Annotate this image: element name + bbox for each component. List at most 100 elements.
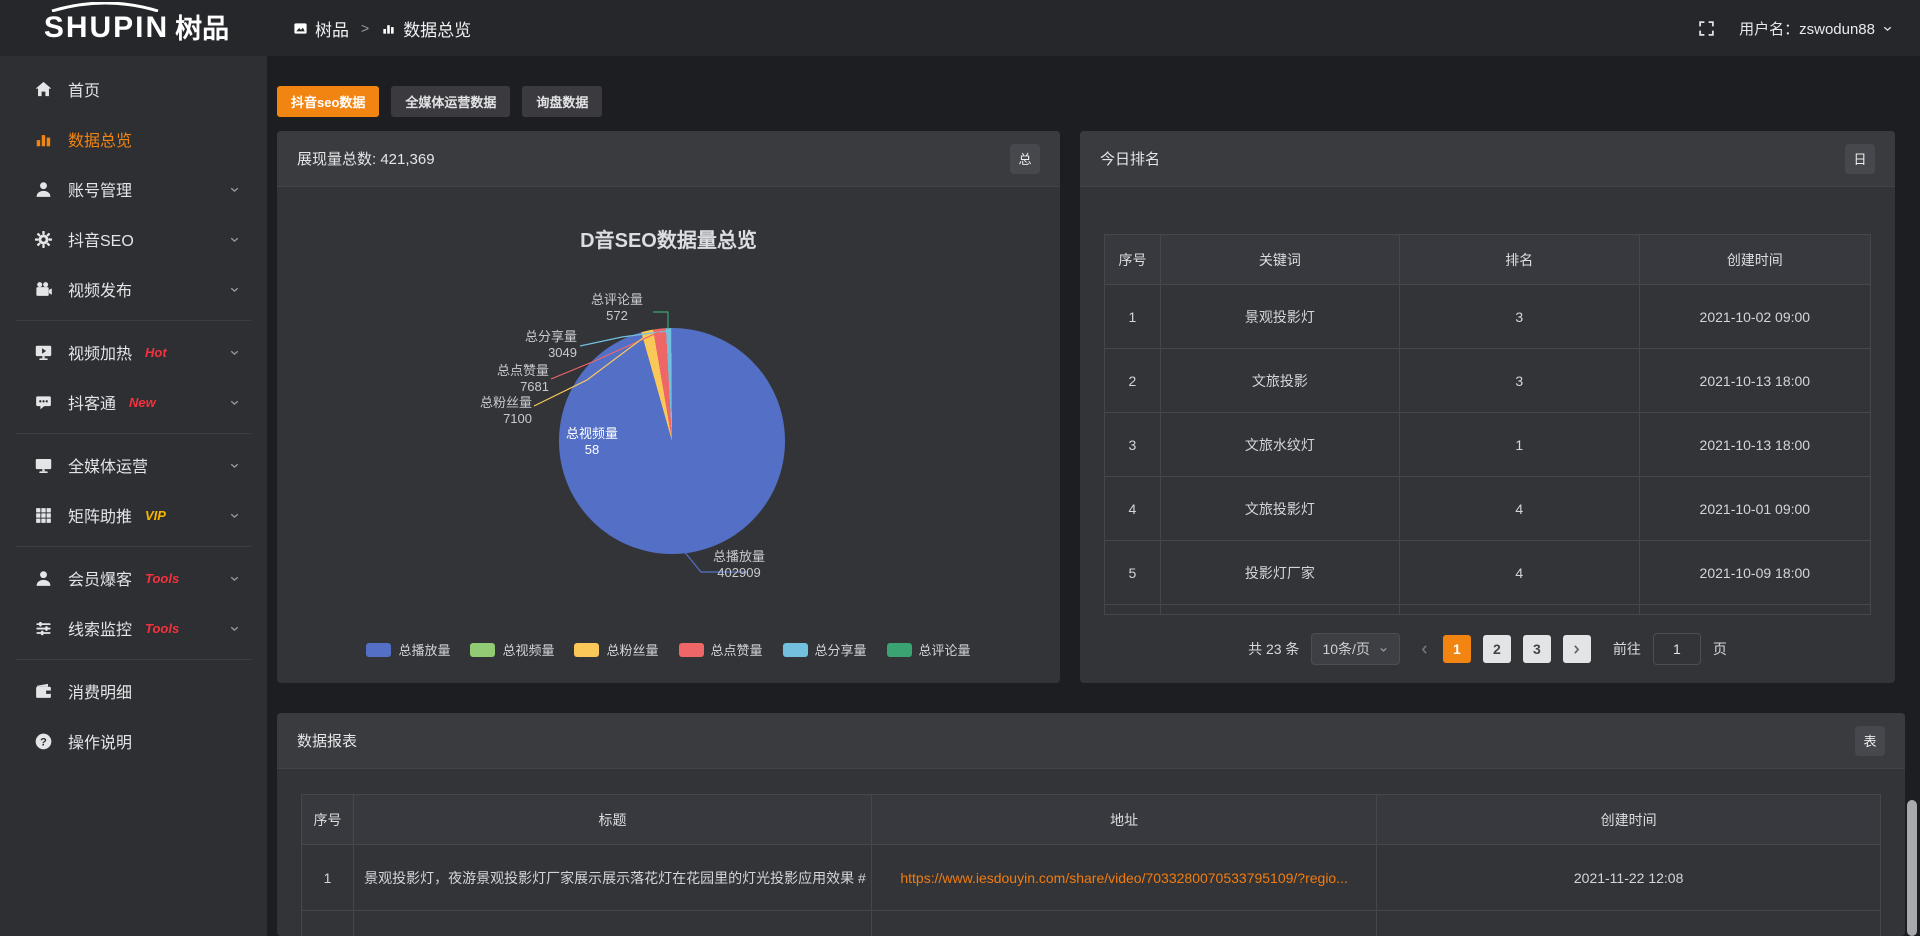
table-row: 5 投影灯厂家 4 2021-10-09 18:00 bbox=[1105, 541, 1871, 605]
monitor-icon bbox=[34, 456, 53, 475]
sidebar-item-spend-detail[interactable]: 消费明细 bbox=[0, 666, 267, 716]
page-button-1[interactable]: 1 bbox=[1443, 635, 1471, 663]
breadcrumb-label: 树品 bbox=[315, 16, 349, 41]
legend-item[interactable]: 总点赞量 bbox=[679, 640, 763, 659]
video-camera-icon bbox=[34, 280, 53, 299]
sidebar-item-video-publish[interactable]: 视频发布 bbox=[0, 264, 267, 314]
app-icon bbox=[293, 21, 308, 36]
next-page-button[interactable] bbox=[1563, 635, 1591, 663]
username-label: 用户名：zswodun88 bbox=[1739, 18, 1875, 39]
bar-chart-icon bbox=[34, 130, 53, 149]
legend-item[interactable]: 总粉丝量 bbox=[574, 640, 658, 659]
impressions-total-label: 展现量总数: 421,369 bbox=[297, 148, 435, 169]
report-panel-body: 序号 标题 地址 创建时间 1 景观投影灯，夜游景观投影灯厂家展示展示落花灯在花… bbox=[277, 770, 1905, 936]
video-url-link[interactable]: https://www.iesdouyin.com/share/video/70… bbox=[872, 845, 1377, 911]
table-row-clipped bbox=[302, 911, 1881, 936]
legend-item[interactable]: 总播放量 bbox=[366, 640, 450, 659]
page-button-2[interactable]: 2 bbox=[1483, 635, 1511, 663]
chevron-down-icon bbox=[228, 622, 241, 635]
pie-label-videos: 总视频量 58 bbox=[547, 426, 637, 458]
chart-panel-body: D音SEO数据量总览 总评论量 572 总分享量 3049 总点赞量 7681 bbox=[277, 188, 1060, 683]
sidebar-item-label: 抖音SEO bbox=[68, 227, 134, 251]
message-icon bbox=[34, 393, 53, 412]
main-content: 抖音seo数据 全媒体运营数据 询盘数据 展现量总数: 421,369 总 D音… bbox=[267, 56, 1920, 936]
tab-inquiry-data[interactable]: 询盘数据 bbox=[522, 86, 602, 117]
chevron-left-icon bbox=[1418, 643, 1431, 656]
impressions-chart-panel: 展现量总数: 421,369 总 D音SEO数据量总览 总评论量 572 总分享… bbox=[277, 131, 1060, 683]
table-row: 3 文旅水纹灯 1 2021-10-13 18:00 bbox=[1105, 413, 1871, 477]
pie-label-comments: 总评论量 572 bbox=[567, 292, 667, 324]
sidebar-item-label: 视频加热 bbox=[68, 340, 132, 364]
sidebar-item-label: 线索监控 bbox=[68, 616, 132, 640]
legend-item[interactable]: 总分享量 bbox=[783, 640, 867, 659]
breadcrumb-separator: > bbox=[361, 20, 369, 36]
pie-label-fans: 总粉丝量 7100 bbox=[432, 395, 532, 427]
sidebar-item-label: 数据总览 bbox=[68, 127, 132, 151]
sidebar-item-help[interactable]: ? 操作说明 bbox=[0, 716, 267, 766]
legend-swatch bbox=[470, 643, 495, 657]
sidebar-item-member-burst[interactable]: 会员爆客 Tools bbox=[0, 553, 267, 603]
sidebar-item-douyin-seo[interactable]: 抖音SEO bbox=[0, 214, 267, 264]
page-size-select[interactable]: 10条/页 bbox=[1311, 633, 1399, 665]
svg-text:?: ? bbox=[40, 736, 47, 748]
prev-page-button[interactable] bbox=[1418, 643, 1431, 656]
sidebar-item-lead-monitor[interactable]: 线索监控 Tools bbox=[0, 603, 267, 653]
chevron-down-icon bbox=[228, 396, 241, 409]
chevron-down-icon bbox=[228, 346, 241, 359]
chevron-down-icon bbox=[228, 459, 241, 472]
table-view-button[interactable]: 表 bbox=[1855, 726, 1885, 756]
report-table: 序号 标题 地址 创建时间 1 景观投影灯，夜游景观投影灯厂家展示展示落花灯在花… bbox=[301, 794, 1881, 936]
tab-omni-media-data[interactable]: 全媒体运营数据 bbox=[391, 86, 510, 117]
day-view-button[interactable]: 日 bbox=[1845, 144, 1875, 174]
legend-item[interactable]: 总评论量 bbox=[887, 640, 971, 659]
sidebar-item-label: 操作说明 bbox=[68, 729, 132, 753]
sidebar-item-label: 会员爆客 bbox=[68, 566, 132, 590]
fullscreen-icon[interactable] bbox=[1698, 20, 1715, 37]
breadcrumb-item-current[interactable]: 数据总览 bbox=[381, 16, 471, 41]
page-button-3[interactable]: 3 bbox=[1523, 635, 1551, 663]
table-header-row: 序号 关键词 排名 创建时间 bbox=[1105, 235, 1871, 285]
user-icon bbox=[34, 180, 53, 199]
goto-page-input[interactable] bbox=[1653, 633, 1701, 665]
total-view-button[interactable]: 总 bbox=[1010, 144, 1040, 174]
breadcrumb-label: 数据总览 bbox=[403, 16, 471, 41]
pie-chart-title: D音SEO数据量总览 bbox=[277, 224, 1060, 253]
top-header: SHUPIN 树品 树品 > 数据总览 用户名：zswodun88 bbox=[0, 0, 1920, 56]
sidebar-item-label: 全媒体运营 bbox=[68, 453, 148, 477]
table-header-row: 序号 标题 地址 创建时间 bbox=[302, 795, 1881, 845]
sidebar-item-omni-media[interactable]: 全媒体运营 bbox=[0, 440, 267, 490]
table-row: 1 景观投影灯 3 2021-10-02 09:00 bbox=[1105, 285, 1871, 349]
report-panel-header: 数据报表 表 bbox=[277, 713, 1905, 769]
sidebar-item-douketong[interactable]: 抖客通 New bbox=[0, 377, 267, 427]
ranking-panel-title: 今日排名 bbox=[1100, 148, 1160, 169]
table-row: 4 文旅投影灯 4 2021-10-01 09:00 bbox=[1105, 477, 1871, 541]
logo: SHUPIN 树品 bbox=[0, 13, 267, 43]
chevron-down-icon bbox=[228, 572, 241, 585]
sidebar-item-label: 首页 bbox=[68, 77, 100, 101]
ranking-panel-header: 今日排名 日 bbox=[1080, 131, 1895, 187]
user-menu[interactable]: 用户名：zswodun88 bbox=[1739, 18, 1894, 39]
legend-item[interactable]: 总视频量 bbox=[470, 640, 554, 659]
sliders-icon bbox=[34, 619, 53, 638]
new-badge: New bbox=[129, 395, 156, 410]
sidebar-divider bbox=[16, 659, 251, 660]
sidebar-divider bbox=[16, 433, 251, 434]
pagination: 共 23 条 10条/页 1 2 3 前往 页 bbox=[1080, 633, 1895, 665]
vertical-scrollbar[interactable] bbox=[1907, 800, 1917, 936]
tab-douyin-seo-data[interactable]: 抖音seo数据 bbox=[277, 86, 379, 117]
breadcrumb-item-home[interactable]: 树品 bbox=[293, 16, 349, 41]
hot-badge: Hot bbox=[145, 345, 167, 360]
ranking-table: 序号 关键词 排名 创建时间 1 景观投影灯 3 2021-10-02 09:0… bbox=[1104, 234, 1871, 615]
chevron-down-icon bbox=[228, 183, 241, 196]
sidebar-item-video-heat[interactable]: 视频加热 Hot bbox=[0, 327, 267, 377]
sidebar-item-home[interactable]: 首页 bbox=[0, 64, 267, 114]
chevron-down-icon bbox=[228, 283, 241, 296]
sidebar-divider bbox=[16, 320, 251, 321]
sidebar-item-matrix-boost[interactable]: 矩阵助推 VIP bbox=[0, 490, 267, 540]
breadcrumb: 树品 > 数据总览 bbox=[293, 16, 471, 41]
sidebar-item-data-overview[interactable]: 数据总览 bbox=[0, 114, 267, 164]
logo-text-cn: 树品 bbox=[175, 15, 229, 43]
sidebar-item-account[interactable]: 账号管理 bbox=[0, 164, 267, 214]
pie-label-likes: 总点赞量 7681 bbox=[449, 363, 549, 395]
vip-badge: VIP bbox=[145, 508, 166, 523]
